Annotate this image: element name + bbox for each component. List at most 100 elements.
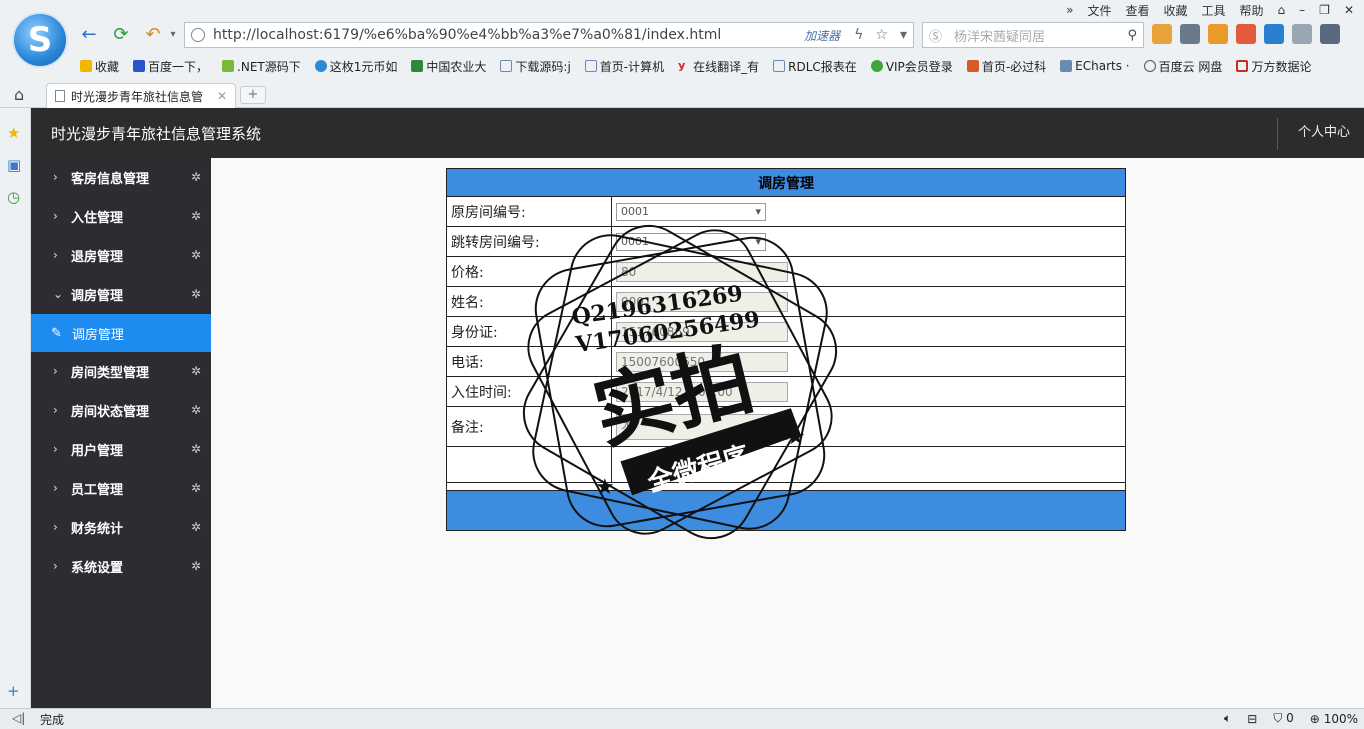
sidebar-item-room-info[interactable]: › 客房信息管理 ✲ bbox=[31, 158, 211, 197]
page-icon bbox=[55, 90, 65, 102]
scissors-icon[interactable] bbox=[1180, 24, 1200, 44]
accelerator-label[interactable]: 加速器 bbox=[804, 27, 840, 44]
bookmark-item[interactable]: 首页-必过科 bbox=[966, 56, 1046, 76]
bookmark-item[interactable]: 首页-计算机 bbox=[584, 56, 664, 76]
checkin-time-label: 入住时间: bbox=[446, 376, 612, 407]
home-icon[interactable]: ⌂ bbox=[14, 85, 24, 104]
id-card-label: 身份证: bbox=[446, 316, 612, 347]
gear-icon: ✲ bbox=[190, 442, 201, 456]
chevron-right-icon: › bbox=[53, 248, 58, 262]
bookmark-item[interactable]: 百度一下， bbox=[133, 56, 208, 76]
bookmark-item[interactable]: 这枚1元币如 bbox=[314, 56, 397, 76]
minimize-icon[interactable]: – bbox=[1299, 3, 1305, 17]
bookmark-item[interactable]: 中国农业大 bbox=[411, 56, 486, 76]
checkin-time-input[interactable]: 2017/4/12 0:00:00 bbox=[616, 381, 788, 402]
form-title: 调房管理 bbox=[446, 168, 1126, 197]
chat-icon[interactable] bbox=[1292, 24, 1312, 44]
main-content: 调房管理 原房间编号: 0001 ▾ 跳转房间编号: 0001 ▾ 价格: 80 姓… bbox=[211, 158, 1364, 708]
restore-icon[interactable]: ❐ bbox=[1319, 3, 1330, 17]
sidebar-item-users[interactable]: › 用户管理 ✲ bbox=[31, 430, 211, 469]
gear-icon: ✲ bbox=[190, 248, 201, 262]
history-icon[interactable]: ◷ bbox=[7, 188, 20, 206]
search-engine-icon: Ⓢ bbox=[929, 29, 943, 45]
sidebar-item-settings[interactable]: › 系统设置 ✲ bbox=[31, 547, 211, 586]
bookmark-item[interactable]: 收藏 bbox=[80, 56, 119, 76]
user-center-button[interactable]: 个人中心 bbox=[1276, 118, 1364, 150]
app-header: 时光漫步青年旅社信息管理系统 个人中心 bbox=[31, 108, 1364, 158]
gear-icon: ✲ bbox=[190, 559, 201, 573]
device-icon[interactable]: ⊟ bbox=[1247, 712, 1257, 726]
sidebar-item-finance[interactable]: › 财务统计 ✲ bbox=[31, 508, 211, 547]
price-input[interactable]: 80 bbox=[616, 261, 788, 282]
trash-icon[interactable] bbox=[1236, 24, 1256, 44]
menu-favorites[interactable]: 收藏 bbox=[1164, 2, 1188, 19]
zoom-icon: ⊕ bbox=[1309, 711, 1320, 726]
bookmark-item[interactable]: VIP会员登录 bbox=[870, 56, 953, 76]
chevron-right-icon: › bbox=[53, 559, 58, 573]
sidebar-subitem-room-change[interactable]: ✎ 调房管理 bbox=[31, 314, 211, 352]
search-box[interactable]: Ⓢ 杨洋宋茜疑同居 ⚲ bbox=[922, 22, 1144, 48]
search-icon[interactable]: ⚲ bbox=[1127, 28, 1137, 43]
site-icon bbox=[966, 60, 979, 72]
login-icon[interactable] bbox=[1152, 24, 1172, 44]
menu-view[interactable]: 查看 bbox=[1125, 2, 1149, 19]
adblock-counter[interactable]: ⛉ 0 bbox=[1273, 711, 1293, 726]
tab-strip: ⌂ 时光漫步青年旅社信息管 ✕ + bbox=[0, 82, 1364, 108]
speaker-icon[interactable]: 🔈︎ bbox=[1224, 711, 1231, 726]
add-icon[interactable]: + bbox=[7, 682, 20, 700]
menu-tools[interactable]: 工具 bbox=[1202, 2, 1226, 19]
chevron-right-icon: › bbox=[53, 481, 58, 495]
chevron-down-icon: ▾ bbox=[755, 205, 761, 218]
key-icon[interactable] bbox=[1208, 24, 1228, 44]
tab-active[interactable]: 时光漫步青年旅社信息管 ✕ bbox=[46, 83, 236, 108]
refresh-icon[interactable]: ⟳ bbox=[110, 24, 132, 46]
search-placeholder: 杨洋宋茜疑同居 bbox=[954, 29, 1046, 45]
bookmark-item[interactable]: 百度云 网盘 bbox=[1143, 56, 1222, 76]
sidebar-item-label: 员工管理 bbox=[71, 482, 124, 498]
sidebar-item-checkout[interactable]: › 退房管理 ✲ bbox=[31, 236, 211, 275]
target-room-select[interactable]: 0001 ▾ bbox=[616, 232, 766, 251]
back-icon[interactable]: ← bbox=[78, 24, 100, 46]
screenshot-icon[interactable] bbox=[1264, 24, 1284, 44]
star-icon[interactable]: ☆ bbox=[875, 27, 888, 43]
undo-dropdown-icon[interactable]: ▾ bbox=[162, 24, 184, 46]
sidebar-item-room-type[interactable]: › 房间类型管理 ✲ bbox=[31, 352, 211, 391]
bookmark-item[interactable]: ECharts · bbox=[1060, 56, 1130, 76]
star-icon[interactable]: ★ bbox=[7, 124, 20, 142]
download-icon[interactable] bbox=[1320, 24, 1340, 44]
bookmark-item[interactable]: y 在线翻译_有 bbox=[678, 56, 759, 76]
phone-input[interactable]: 15007600650 bbox=[616, 351, 788, 372]
close-icon[interactable]: ✕ bbox=[1344, 3, 1354, 17]
url-text: http://localhost:6179/%e6%ba%90%e4%bb%a3… bbox=[213, 27, 722, 43]
remark-textarea[interactable]: 无 bbox=[616, 413, 788, 440]
lightning-icon[interactable]: ϟ bbox=[854, 27, 863, 43]
new-tab-button[interactable]: + bbox=[240, 86, 266, 104]
remark-label: 备注: bbox=[446, 406, 612, 447]
chevron-down-icon[interactable]: ▾ bbox=[900, 27, 907, 43]
close-tab-icon[interactable]: ✕ bbox=[217, 89, 227, 103]
zoom-control[interactable]: ⊕ 100% bbox=[1310, 712, 1358, 726]
bookmark-item[interactable]: 万方数据论 bbox=[1236, 56, 1311, 76]
toolbar-icons bbox=[1152, 24, 1340, 44]
sidebar-item-label: 入住管理 bbox=[71, 210, 124, 226]
name-input[interactable]: 0001 bbox=[616, 291, 788, 312]
sidebar-toggle-icon[interactable]: ◁| bbox=[12, 711, 25, 725]
shirt-icon[interactable]: ⌂ bbox=[1278, 3, 1286, 17]
address-bar[interactable]: http://localhost:6179/%e6%ba%90%e4%bb%a3… bbox=[184, 22, 914, 48]
undo-icon[interactable]: ↶ bbox=[142, 24, 164, 46]
sidebar-item-checkin[interactable]: › 入住管理 ✲ bbox=[31, 197, 211, 236]
bookmark-item[interactable]: 下载源码:j bbox=[500, 56, 571, 76]
sidebar-item-room-change[interactable]: ⌄ 调房管理 ✲ bbox=[31, 275, 211, 314]
menu-help[interactable]: 帮助 bbox=[1240, 2, 1264, 19]
reader-icon[interactable]: ▣ bbox=[7, 156, 21, 174]
bookmark-item[interactable]: RDLC报表在 bbox=[773, 56, 857, 76]
sidebar-item-room-status[interactable]: › 房间状态管理 ✲ bbox=[31, 391, 211, 430]
tab-title: 时光漫步青年旅社信息管 bbox=[71, 89, 204, 104]
bookmark-item[interactable]: .NET源码下 bbox=[222, 56, 301, 76]
id-card-input[interactable]: 1517608697 bbox=[616, 321, 788, 342]
menu-more[interactable]: » bbox=[1066, 3, 1073, 17]
sidebar-item-staff[interactable]: › 员工管理 ✲ bbox=[31, 469, 211, 508]
orig-room-select[interactable]: 0001 ▾ bbox=[616, 202, 766, 221]
chevron-right-icon: › bbox=[53, 520, 58, 534]
menu-file[interactable]: 文件 bbox=[1087, 2, 1111, 19]
